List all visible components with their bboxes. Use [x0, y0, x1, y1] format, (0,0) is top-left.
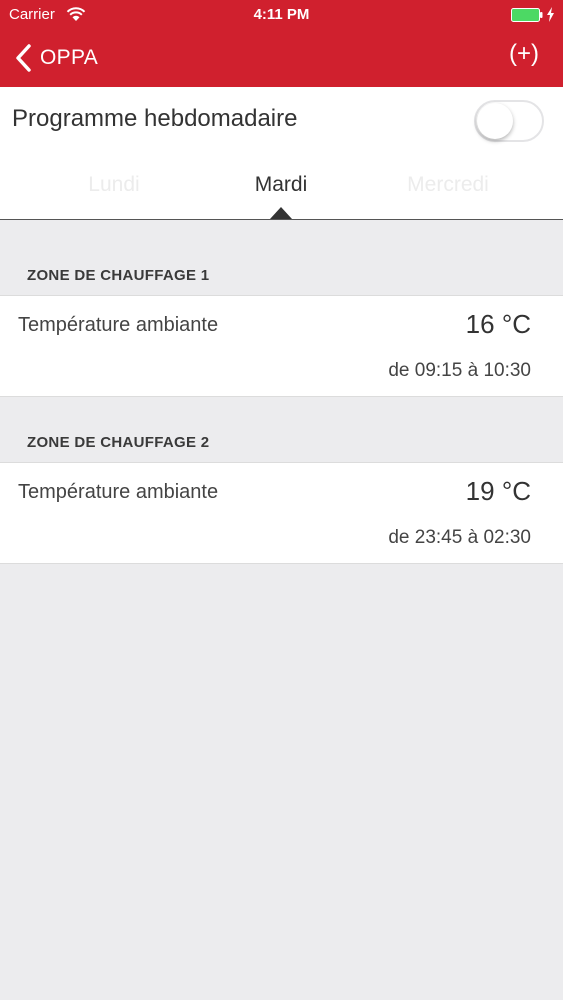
weekly-program-toggle[interactable] [474, 100, 544, 142]
zone-1-time-range: de 09:15 à 10:30 [388, 360, 531, 381]
zone-1-temperature: 16 °C [465, 309, 531, 339]
toggle-knob [477, 103, 513, 139]
status-bar: Carrier 4:11 PM [0, 0, 563, 30]
charging-bolt-icon [547, 7, 554, 22]
zone-1-card[interactable]: Température ambiante 16 °C de 09:15 à 10… [0, 295, 563, 397]
zone-2-header: ZONE DE CHAUFFAGE 2 [27, 434, 210, 451]
navigation-bar: OPPA (+) [0, 30, 563, 87]
status-time: 4:11 PM [253, 6, 310, 23]
add-button[interactable]: (+) [509, 40, 539, 68]
day-selector: Lundi Mardi Mercredi [0, 153, 563, 220]
zone-1-header: ZONE DE CHAUFFAGE 1 [27, 267, 210, 284]
header: Carrier 4:11 PM OPPA (+) [0, 0, 563, 87]
weekly-program-title: Programme hebdomadaire [12, 105, 298, 132]
zone-1-label: Température ambiante [18, 314, 219, 336]
app-screen: Carrier 4:11 PM OPPA (+) Programme hebdo… [0, 0, 563, 1000]
back-button-label: OPPA [40, 46, 98, 69]
back-button[interactable]: OPPA [14, 42, 98, 74]
day-tab-next[interactable]: Mercredi [348, 173, 548, 197]
weekly-program-row: Programme hebdomadaire [0, 87, 563, 153]
zone-2-card[interactable]: Température ambiante 19 °C de 23:45 à 02… [0, 462, 563, 564]
chevron-left-icon [16, 44, 31, 72]
battery-icon [511, 8, 543, 22]
zone-2-temperature: 19 °C [465, 476, 531, 506]
zone-2-time-range: de 23:45 à 02:30 [388, 527, 531, 548]
zone-2-label: Température ambiante [18, 481, 219, 503]
selected-day-indicator [270, 207, 292, 219]
